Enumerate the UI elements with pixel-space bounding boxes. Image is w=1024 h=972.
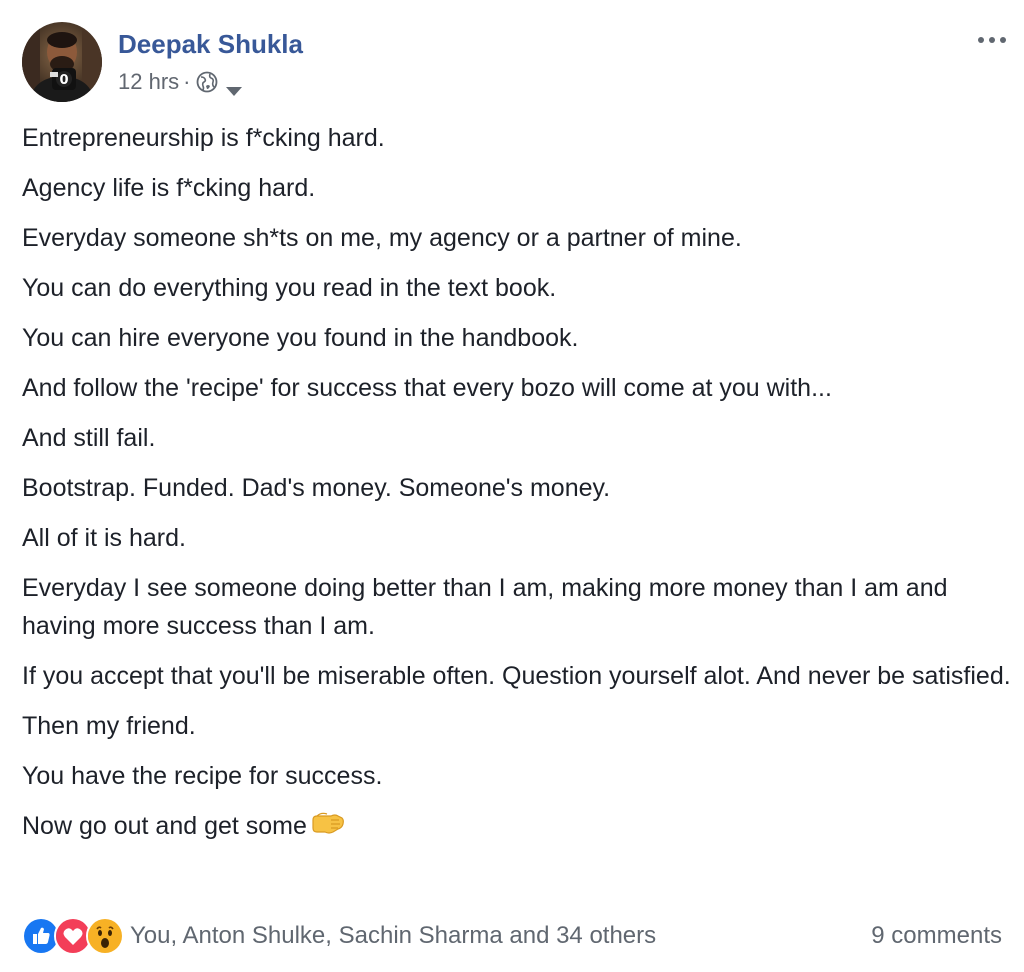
- post-paragraph: And still fail.: [22, 424, 156, 452]
- post-paragraph: Entrepreneurship is f*cking hard.: [22, 124, 385, 152]
- post-paragraph: Bootstrap. Funded. Dad's money. Someone'…: [22, 474, 611, 502]
- post-paragraph-text: Now go out and get some: [22, 812, 307, 840]
- wow-icon: [86, 917, 124, 955]
- more-dot: [989, 37, 995, 43]
- caret-down-icon[interactable]: [226, 77, 243, 96]
- author-name-link[interactable]: Deepak Shukla: [118, 29, 303, 59]
- post-paragraph-last: Now go out and get some: [22, 807, 1012, 845]
- svg-text:0: 0: [59, 73, 68, 88]
- post-paragraph: Everyday I see someone doing better than…: [22, 574, 948, 640]
- comments-count-link[interactable]: 9 comments: [871, 917, 1002, 955]
- post-paragraph: Everyday someone sh*ts on me, my agency …: [22, 224, 742, 252]
- reactors-text[interactable]: You, Anton Shulke, Sachin Sharma and 34 …: [130, 917, 656, 955]
- post-footer: You, Anton Shulke, Sachin Sharma and 34 …: [22, 915, 1002, 957]
- post-paragraph: Then my friend.: [22, 712, 196, 740]
- post-paragraph: If you accept that you'll be miserable o…: [22, 662, 1011, 690]
- avatar-photo: 0: [22, 22, 102, 102]
- more-dots-icon[interactable]: [972, 30, 1012, 50]
- post-text: Entrepreneurship is f*cking hard. Agency…: [22, 119, 1012, 857]
- more-dot: [1000, 37, 1006, 43]
- right-facing-fist-emoji-icon: [311, 810, 345, 838]
- author-avatar[interactable]: 0: [22, 22, 102, 102]
- post-timestamp[interactable]: 12 hrs: [118, 69, 179, 95]
- reactions-summary[interactable]: You, Anton Shulke, Sachin Sharma and 34 …: [22, 917, 656, 955]
- post-paragraph: You can hire everyone you found in the h…: [22, 324, 579, 352]
- post-meta: 12 hrs ·: [118, 67, 243, 97]
- post-paragraph: All of it is hard.: [22, 524, 186, 552]
- facebook-post: 0 Deepak Shukla 12 hrs · Entrepreneurshi…: [0, 0, 1024, 972]
- post-paragraph: Agency life is f*cking hard.: [22, 174, 316, 202]
- meta-separator: ·: [183, 69, 191, 94]
- more-dot: [978, 37, 984, 43]
- globe-icon[interactable]: [196, 71, 218, 93]
- post-paragraph: You can do everything you read in the te…: [22, 274, 557, 302]
- post-paragraph: And follow the 'recipe' for success that…: [22, 374, 832, 402]
- post-paragraph: You have the recipe for success.: [22, 762, 383, 790]
